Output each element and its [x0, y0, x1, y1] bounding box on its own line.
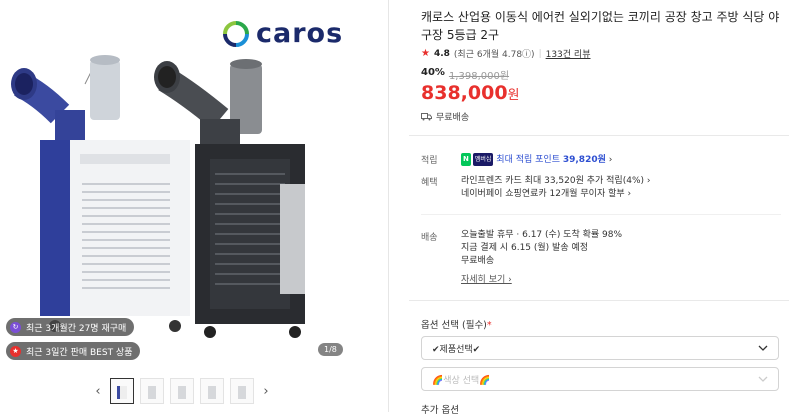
benefit-list: 라인프렌즈 카드 최대 33,520원 추가 적립(4%) › 네이버페이 쇼핑…	[461, 175, 650, 201]
additional-option-label: 추가 옵션	[421, 405, 459, 416]
section-divider-2	[421, 214, 781, 215]
chevron-down-icon	[758, 345, 768, 351]
repeat-icon: ↻	[10, 321, 21, 333]
shipping-row: 무료배송	[421, 110, 469, 123]
original-price: 1,398,000원	[448, 71, 510, 82]
thumbnail-next-button[interactable]: ›	[260, 384, 272, 399]
delivery-line-3: 무료배송	[461, 256, 495, 266]
best-seller-badge: ★ 최근 3일간 판매 BEST 상품	[6, 342, 141, 360]
delivery-line-2: 지금 결제 시 6.15 (월) 발송 예정	[461, 243, 589, 253]
product-info-panel: 캐로스 산업용 이동식 에어컨 실외기없는 코끼리 공장 창고 주방 식당 야구…	[389, 0, 800, 416]
delivery-line-1: 오늘출발 휴무 · 6.17 (수) 도착 확률 98%	[461, 230, 623, 240]
thumbnail-1[interactable]	[110, 378, 134, 404]
image-counter: 1/8	[318, 343, 343, 356]
benefit-item-installment[interactable]: 네이버페이 쇼핑연료카 12개월 무이자 할부 ›	[461, 188, 650, 201]
npay-n-mark: N	[461, 153, 471, 166]
product-option-select[interactable]: ✔제품선택✔	[421, 336, 779, 360]
rating-row: ★ 4.8 (최근 6개월 4.78ⓘ) | 133건 리뷰	[421, 47, 591, 60]
points-row[interactable]: N 멤버십 최대 적립 포인트 39,820원 ›	[461, 153, 612, 167]
rating-separator: |	[538, 48, 542, 59]
discount-percent: 40%	[421, 67, 445, 78]
points-value: 39,820원	[562, 155, 606, 165]
sale-price-value: 838,000	[421, 82, 508, 104]
benefit-label: 혜택	[421, 178, 438, 188]
thumbnail-2[interactable]	[140, 378, 164, 404]
npay-membership-mark: 멤버십	[472, 153, 494, 166]
product-option-value: ✔제품선택✔	[432, 344, 481, 355]
required-mark: *	[486, 320, 492, 331]
rating-detail[interactable]: (최근 6개월 4.78ⓘ)	[454, 47, 535, 60]
discount-row: 40% 1,398,000원	[421, 67, 509, 82]
benefit-item-card[interactable]: 라인프렌즈 카드 최대 33,520원 추가 적립(4%) ›	[461, 175, 650, 188]
shipping-text: 무료배송	[436, 113, 470, 123]
blue-aircon-unit	[11, 55, 190, 332]
rating-score: 4.8	[433, 48, 450, 59]
product-gallery: caros ↻ 최근 3개월간 27명 재구매 ★ 최근 3일간 판매 BEST…	[0, 0, 388, 412]
repurchase-badge: ↻ 최근 3개월간 27명 재구매	[6, 318, 135, 336]
section-divider-3	[409, 300, 789, 301]
delivery-detail-link[interactable]: 자세히 보기 ›	[461, 274, 622, 287]
color-option-select[interactable]: 🌈색상 선택🌈	[421, 367, 779, 391]
option-label-text: 옵션 선택 (필수)	[421, 320, 487, 331]
points-text: 최대 적립 포인트 39,820원	[496, 155, 606, 165]
review-count-link[interactable]: 133건 리뷰	[546, 47, 591, 60]
thumbnail-3[interactable]	[170, 378, 194, 404]
chevron-down-icon	[758, 376, 768, 382]
sale-price: 838,000원	[421, 82, 520, 104]
best-seller-badge-text: 최근 3일간 판매 BEST 상품	[26, 347, 133, 358]
delivery-info: 오늘출발 휴무 · 6.17 (수) 도착 확률 98% 지금 결제 시 6.1…	[461, 229, 622, 287]
truck-icon	[421, 113, 432, 121]
option-label: 옵션 선택 (필수)*	[421, 317, 492, 331]
trophy-icon: ★	[10, 345, 21, 357]
color-option-value: 🌈색상 선택🌈	[432, 375, 491, 386]
thumbnail-5[interactable]	[230, 378, 254, 404]
points-text-label: 최대 적립 포인트	[496, 155, 560, 165]
npay-membership-icon: N 멤버십	[461, 153, 494, 166]
thumbnail-prev-button[interactable]: ‹	[92, 384, 104, 399]
delivery-label: 배송	[421, 233, 438, 243]
product-title: 캐로스 산업용 이동식 에어컨 실외기없는 코끼리 공장 창고 주방 식당 야구…	[421, 10, 780, 42]
points-label: 적립	[421, 156, 438, 166]
product-image	[11, 55, 305, 338]
thumbnail-strip: ‹ ›	[92, 378, 272, 404]
repurchase-badge-text: 최근 3개월간 27명 재구매	[26, 323, 127, 334]
chevron-right-icon: ›	[608, 155, 613, 165]
star-icon: ★	[421, 48, 430, 59]
sale-price-unit: 원	[507, 88, 520, 103]
section-divider	[409, 135, 789, 136]
thumbnail-4[interactable]	[200, 378, 224, 404]
